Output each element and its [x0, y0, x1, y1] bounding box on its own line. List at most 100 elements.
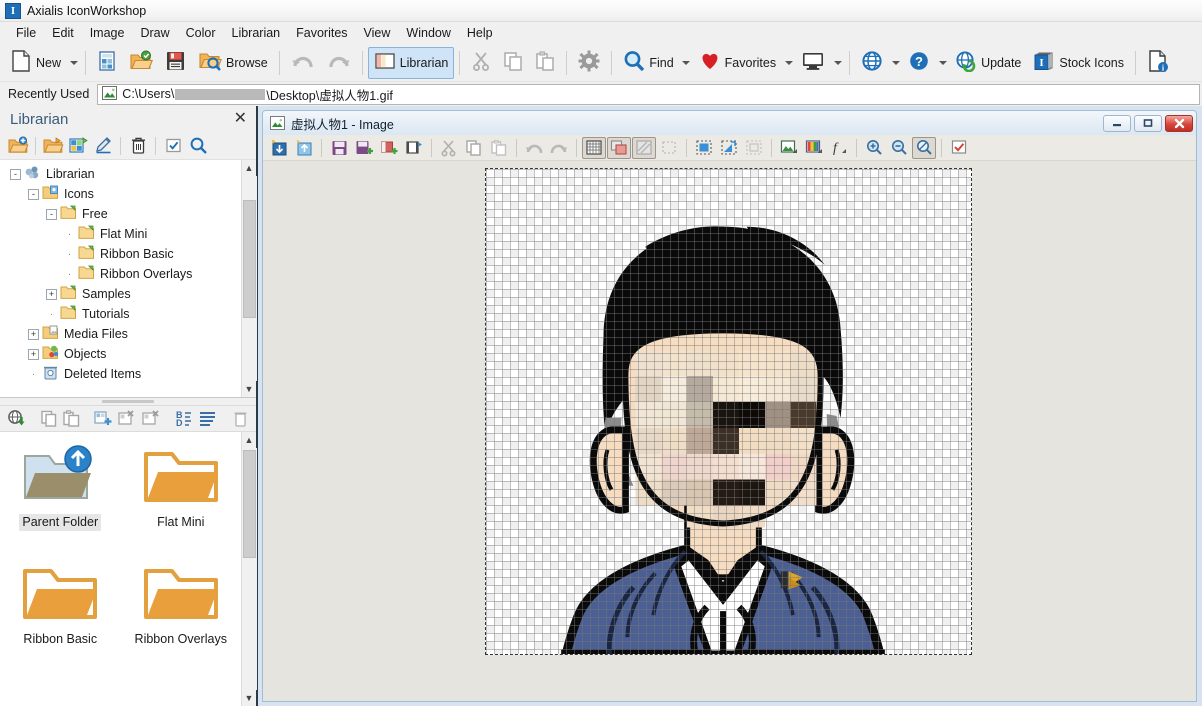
menu-favorites[interactable]: Favorites	[288, 23, 355, 43]
scroll-track[interactable]	[241, 176, 257, 381]
image-canvas-area[interactable]	[263, 161, 1196, 696]
recent-file-field[interactable]: C:\Users\ \Desktop\虚拟人物1.gif	[97, 83, 1200, 105]
download-button[interactable]	[6, 407, 29, 431]
select-crop-button[interactable]	[742, 137, 766, 159]
open-library-folder-button[interactable]	[41, 134, 65, 158]
add-image-button[interactable]	[377, 137, 401, 159]
select-all-button[interactable]	[692, 137, 716, 159]
scroll-up-arrow-icon[interactable]: ▲	[242, 160, 257, 176]
tree-scrollbar[interactable]: ▲ ▼	[241, 160, 257, 397]
folder-item[interactable]: Parent Folder	[0, 444, 121, 531]
web-dropdown-button[interactable]	[889, 47, 902, 79]
add-item-button[interactable]	[92, 407, 115, 431]
new-library-button[interactable]	[66, 134, 90, 158]
folder-item[interactable]: Ribbon Basic	[0, 561, 121, 648]
tree-node-ribbon-overlays[interactable]: · Ribbon Overlays	[4, 264, 241, 284]
delete-button[interactable]	[126, 134, 150, 158]
expand-toggle-icon[interactable]: +	[28, 348, 39, 360]
paste-item-button[interactable]	[61, 407, 82, 431]
new-button[interactable]: New	[4, 47, 67, 79]
zoom-in-button[interactable]	[862, 137, 886, 159]
cut-button[interactable]	[465, 47, 497, 79]
browse-button[interactable]: Browse	[192, 47, 274, 79]
replace-item-button[interactable]	[140, 407, 163, 431]
tree-node-tutorials[interactable]: · Tutorials	[4, 304, 241, 324]
paste-button[interactable]	[529, 47, 561, 79]
menu-draw[interactable]: Draw	[132, 23, 177, 43]
redo-button[interactable]	[547, 137, 571, 159]
menu-librarian[interactable]: Librarian	[224, 23, 289, 43]
about-button[interactable]: i	[1141, 47, 1175, 79]
new-from-image-button[interactable]	[91, 47, 123, 79]
panel-splitter[interactable]	[0, 398, 256, 405]
export-image-button[interactable]	[292, 137, 316, 159]
folder-item[interactable]: Ribbon Overlays	[121, 561, 242, 648]
sort-button[interactable]: B D	[173, 407, 196, 431]
image-window-title-bar[interactable]: 虚拟人物1 - Image	[263, 111, 1196, 135]
folder-item[interactable]: Flat Mini	[121, 444, 242, 531]
help-dropdown-button[interactable]	[936, 47, 949, 79]
close-icon[interactable]: ✕	[231, 111, 250, 127]
settings-button[interactable]	[572, 47, 606, 79]
favorites-button[interactable]: Favorites	[693, 47, 782, 79]
list-view-button[interactable]	[197, 407, 220, 431]
update-button[interactable]: Update	[949, 47, 1027, 79]
import-image-button[interactable]	[267, 137, 291, 159]
collapse-toggle-icon[interactable]: -	[10, 168, 21, 180]
toggle-overlay-button[interactable]	[632, 136, 656, 159]
scroll-track[interactable]	[241, 448, 257, 690]
scroll-down-arrow-icon[interactable]: ▼	[242, 690, 257, 706]
undo-button[interactable]	[522, 137, 546, 159]
tree-node-samples[interactable]: + Samples	[4, 284, 241, 304]
copy-button[interactable]	[462, 137, 486, 159]
adjust-levels-button[interactable]	[777, 137, 801, 159]
toggle-transparency-button[interactable]	[607, 136, 631, 159]
select-none-button[interactable]	[657, 137, 681, 159]
menu-color[interactable]: Color	[178, 23, 224, 43]
close-button[interactable]	[1165, 114, 1193, 132]
favorites-dropdown-button[interactable]	[782, 47, 795, 79]
content-scrollbar[interactable]: ▲ ▼	[241, 432, 257, 706]
select-move-button[interactable]	[717, 137, 741, 159]
menu-file[interactable]: File	[8, 23, 44, 43]
tree-node-media-files[interactable]: + Media Files	[4, 324, 241, 344]
zoom-fit-button[interactable]	[912, 136, 936, 159]
zoom-out-button[interactable]	[887, 137, 911, 159]
scroll-down-arrow-icon[interactable]: ▼	[242, 381, 257, 397]
tree-node-deleted-items[interactable]: · Deleted Items	[4, 364, 241, 384]
new-dropdown-button[interactable]	[67, 47, 80, 79]
expand-toggle-icon[interactable]: +	[46, 288, 57, 300]
undo-button[interactable]	[285, 47, 321, 79]
paste-button[interactable]	[487, 137, 511, 159]
open-button[interactable]	[123, 47, 159, 79]
maximize-button[interactable]	[1134, 114, 1162, 132]
remove-item-button[interactable]	[116, 407, 139, 431]
copy-item-button[interactable]	[39, 407, 60, 431]
color-picker-button[interactable]	[802, 137, 826, 159]
save-as-button[interactable]	[352, 137, 376, 159]
cut-button[interactable]	[437, 137, 461, 159]
help-button[interactable]: ?	[902, 47, 936, 79]
find-dropdown-button[interactable]	[680, 47, 693, 79]
redo-button[interactable]	[321, 47, 357, 79]
new-library-folder-button[interactable]	[6, 134, 30, 158]
stock-icons-button[interactable]: I Stock Icons	[1027, 47, 1130, 79]
validate-button[interactable]	[947, 137, 971, 159]
scroll-thumb[interactable]	[242, 450, 256, 558]
copy-button[interactable]	[497, 47, 529, 79]
menu-edit[interactable]: Edit	[44, 23, 82, 43]
save-image-button[interactable]	[327, 137, 351, 159]
effects-button[interactable]: f	[827, 137, 851, 159]
menu-window[interactable]: Window	[398, 23, 458, 43]
toggle-grid-button[interactable]	[582, 136, 606, 159]
tree-node-librarian[interactable]: - Librarian	[4, 164, 241, 184]
add-frame-button[interactable]	[402, 137, 426, 159]
web-button[interactable]	[855, 47, 889, 79]
menu-image[interactable]: Image	[82, 23, 133, 43]
screen-dropdown-button[interactable]	[831, 47, 844, 79]
rename-button[interactable]	[91, 134, 115, 158]
minimize-button[interactable]	[1103, 114, 1131, 132]
menu-help[interactable]: Help	[459, 23, 501, 43]
search-button[interactable]	[186, 134, 210, 158]
tree-node-flat-mini[interactable]: · Flat Mini	[4, 224, 241, 244]
